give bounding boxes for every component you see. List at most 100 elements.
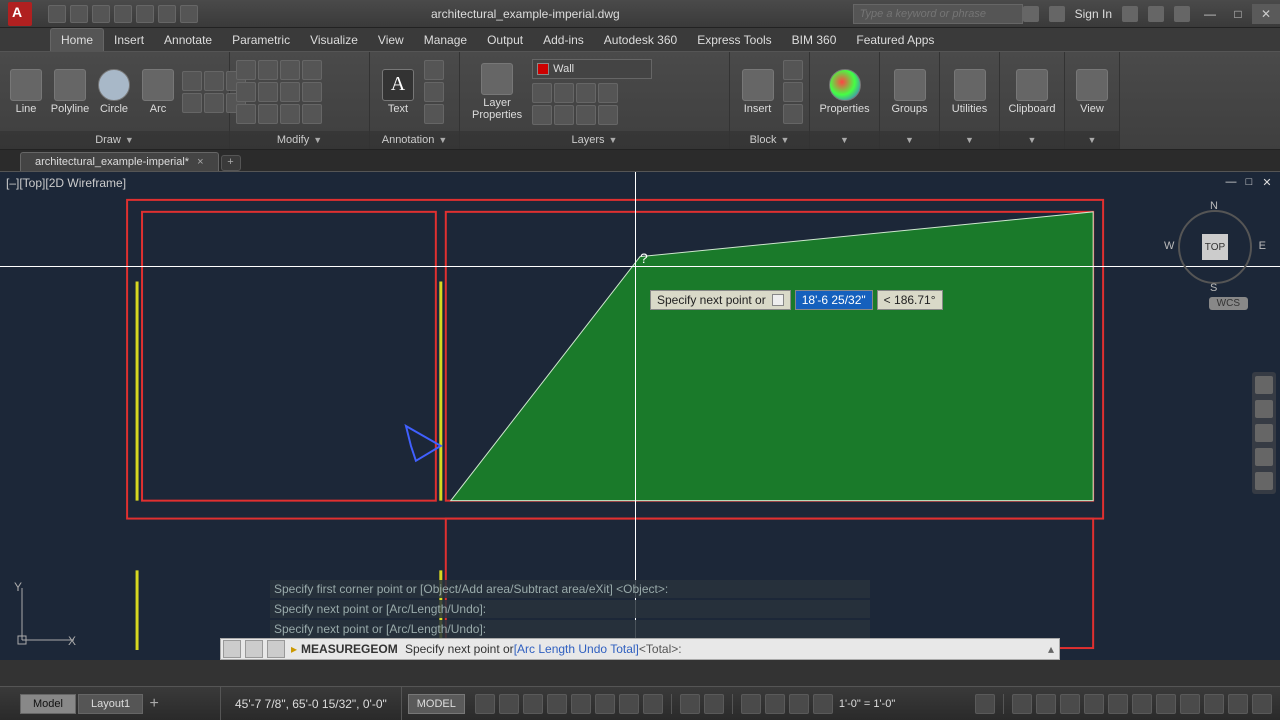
showmotion-icon[interactable] <box>1255 472 1273 490</box>
tab-autodesk360[interactable]: Autodesk 360 <box>594 29 687 51</box>
close-file-icon[interactable]: × <box>197 156 203 168</box>
utilities-button[interactable]: Utilities <box>946 67 993 117</box>
snapmode-toggle-icon[interactable] <box>499 694 519 714</box>
block-tool-icon[interactable] <box>783 104 803 124</box>
draw-tool-icon[interactable] <box>204 71 224 91</box>
zoom-icon[interactable] <box>1255 424 1273 442</box>
cmdline-recent-icon[interactable]: ▴ <box>1043 642 1059 656</box>
tab-visualize[interactable]: Visualize <box>300 29 368 51</box>
qat-redo-icon[interactable] <box>180 5 198 23</box>
polyline-button[interactable]: Polyline <box>50 67 90 117</box>
tab-expresstools[interactable]: Express Tools <box>687 29 781 51</box>
drawing-viewport[interactable]: [–][Top][2D Wireframe] — □ ✕ ? Specify n… <box>0 172 1280 660</box>
dynamic-distance-input[interactable]: 18'-6 25/32" <box>795 290 873 310</box>
selection-cycling-icon[interactable] <box>741 694 761 714</box>
annotation-scale[interactable]: 1'-0" = 1'-0" <box>839 698 895 710</box>
layer-tool-icon[interactable] <box>598 105 618 125</box>
selection-filter-icon[interactable] <box>813 694 833 714</box>
command-options[interactable]: [Arc Length Undo Total] <box>514 642 639 656</box>
array-icon[interactable] <box>280 104 300 124</box>
insert-block-button[interactable]: Insert <box>736 67 779 117</box>
tab-featuredapps[interactable]: Featured Apps <box>846 29 944 51</box>
dynamic-options-icon[interactable] <box>772 294 784 306</box>
layout1-tab[interactable]: Layout1 <box>78 694 143 714</box>
signin-label[interactable]: Sign In <box>1075 7 1112 21</box>
layer-tool-icon[interactable] <box>532 105 552 125</box>
command-line[interactable]: ▸ MEASUREGEOM Specify next point or [Arc… <box>220 638 1060 660</box>
transparency-toggle-icon[interactable] <box>704 694 724 714</box>
block-tool-icon[interactable] <box>783 60 803 80</box>
tab-insert[interactable]: Insert <box>104 29 154 51</box>
isodraft-icon[interactable] <box>619 694 639 714</box>
coordinates-readout[interactable]: 45'-7 7/8", 65'-0 15/32", 0'-0" <box>220 687 402 720</box>
copy-icon[interactable] <box>236 82 256 102</box>
leader-icon[interactable] <box>424 82 444 102</box>
lineweight-toggle-icon[interactable] <box>680 694 700 714</box>
scale-icon[interactable] <box>258 104 278 124</box>
dynamicinput-toggle-icon[interactable] <box>547 694 567 714</box>
layer-properties-button[interactable]: Layer Properties <box>466 61 528 123</box>
modify-tool-icon[interactable] <box>302 104 322 124</box>
customize-status-icon[interactable] <box>1252 694 1272 714</box>
draw-tool-icon[interactable] <box>182 71 202 91</box>
layer-dropdown[interactable]: Wall <box>532 59 652 79</box>
tab-annotate[interactable]: Annotate <box>154 29 222 51</box>
add-file-tab[interactable]: + <box>221 155 241 171</box>
viewcube-top-face[interactable]: TOP <box>1202 234 1228 260</box>
wcs-label[interactable]: WCS <box>1209 297 1248 310</box>
cleanscreen-icon[interactable] <box>1228 694 1248 714</box>
panel-title-properties[interactable]: ▼ <box>810 131 879 149</box>
layer-tool-icon[interactable] <box>576 105 596 125</box>
view-button[interactable]: View <box>1071 67 1113 117</box>
qat-saveas-icon[interactable] <box>114 5 132 23</box>
stayconnected-icon[interactable] <box>1148 6 1164 22</box>
polar-toggle-icon[interactable] <box>595 694 615 714</box>
qat-plot-icon[interactable] <box>136 5 154 23</box>
layer-tool-icon[interactable] <box>598 83 618 103</box>
layer-tool-icon[interactable] <box>554 105 574 125</box>
properties-button[interactable]: Properties <box>816 67 873 117</box>
panel-title-utilities[interactable]: ▼ <box>940 131 999 149</box>
panel-title-view[interactable]: ▼ <box>1065 131 1119 149</box>
exchange-icon[interactable] <box>1122 6 1138 22</box>
stretch-icon[interactable] <box>236 104 256 124</box>
dynucs-icon[interactable] <box>789 694 809 714</box>
maximize-button[interactable]: □ <box>1224 4 1252 24</box>
table-icon[interactable] <box>424 104 444 124</box>
panel-title-block[interactable]: Block ▼ <box>730 131 809 149</box>
lock-ui-icon[interactable] <box>1156 694 1176 714</box>
tab-output[interactable]: Output <box>477 29 533 51</box>
panel-title-modify[interactable]: Modify ▼ <box>230 131 369 149</box>
cmdline-close-icon[interactable] <box>245 640 263 658</box>
panel-title-annotation[interactable]: Annotation ▼ <box>370 131 459 149</box>
block-tool-icon[interactable] <box>783 82 803 102</box>
dimension-icon[interactable] <box>424 60 444 80</box>
modify-tool-icon[interactable] <box>302 82 322 102</box>
hardware-accel-icon[interactable] <box>1204 694 1224 714</box>
text-button[interactable]: AText <box>376 67 420 117</box>
line-button[interactable]: Line <box>6 67 46 117</box>
viewcube[interactable]: TOP N S W E <box>1170 202 1260 292</box>
autoscale-icon[interactable] <box>1036 694 1056 714</box>
isolate-icon[interactable] <box>1180 694 1200 714</box>
panel-title-layers[interactable]: Layers ▼ <box>460 131 729 149</box>
draw-tool-icon[interactable] <box>204 93 224 113</box>
tab-home[interactable]: Home <box>50 28 104 51</box>
panel-title-clipboard[interactable]: ▼ <box>1000 131 1064 149</box>
tab-bim360[interactable]: BIM 360 <box>782 29 847 51</box>
fillet-icon[interactable] <box>280 82 300 102</box>
3dosnap-icon[interactable] <box>765 694 785 714</box>
units-icon[interactable] <box>1108 694 1128 714</box>
full-nav-wheel-icon[interactable] <box>1255 376 1273 394</box>
app-menu-icon[interactable] <box>8 2 32 26</box>
layer-tool-icon[interactable] <box>576 83 596 103</box>
tab-addins[interactable]: Add-ins <box>533 29 594 51</box>
layer-tool-icon[interactable] <box>532 83 552 103</box>
arc-button[interactable]: Arc <box>138 67 178 117</box>
qat-undo-icon[interactable] <box>158 5 176 23</box>
quickproperties-icon[interactable] <box>1132 694 1152 714</box>
add-layout-tab[interactable]: + <box>145 695 163 713</box>
qat-open-icon[interactable] <box>70 5 88 23</box>
inferconstraints-icon[interactable] <box>523 694 543 714</box>
workspace-icon[interactable] <box>1060 694 1080 714</box>
